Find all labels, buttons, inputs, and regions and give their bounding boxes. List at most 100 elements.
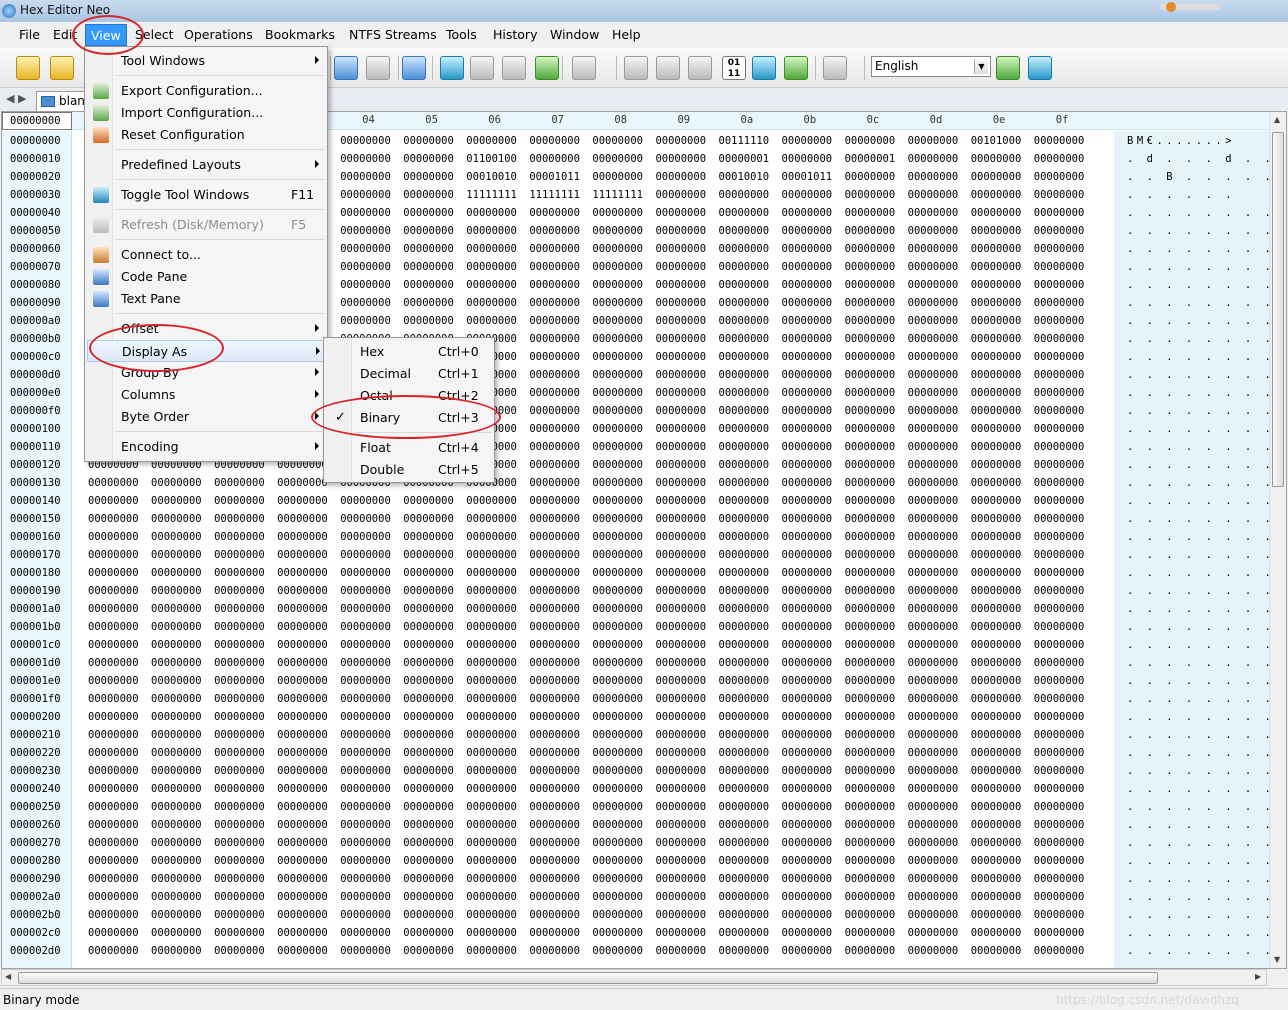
text-pane-row[interactable]: . . . . . . . . . . <box>1127 762 1286 780</box>
byte-cell[interactable]: 00000000 <box>719 384 770 402</box>
byte-cell[interactable]: 00000000 <box>340 852 391 870</box>
byte-cell[interactable]: 00000000 <box>340 798 391 816</box>
byte-cell[interactable]: 00000000 <box>782 726 833 744</box>
text-pane-row[interactable]: . . . . . . . . . . <box>1127 492 1286 510</box>
text-pane-row[interactable]: . . . . . . . . . . <box>1127 222 1286 240</box>
byte-cell[interactable]: 00000000 <box>214 924 265 942</box>
byte-cell[interactable]: 00000000 <box>655 240 706 258</box>
byte-cell[interactable]: 00000000 <box>908 510 959 528</box>
byte-cell[interactable]: 00000000 <box>1034 942 1085 960</box>
view_menu-item-code-pane[interactable]: Code Pane <box>87 266 327 288</box>
byte-cell[interactable]: 00000000 <box>655 258 706 276</box>
byte-cell[interactable]: 00000000 <box>88 924 139 942</box>
display_as_menu-item-hex[interactable]: Hex Ctrl+0 <box>326 341 494 363</box>
byte-cell[interactable]: 00000000 <box>214 834 265 852</box>
byte-cell[interactable]: 00000000 <box>971 222 1022 240</box>
byte-cell[interactable]: 00000000 <box>277 618 328 636</box>
byte-cell[interactable]: 00000000 <box>151 816 202 834</box>
byte-cell[interactable]: 00000000 <box>782 546 833 564</box>
byte-cell[interactable]: 00000000 <box>592 798 643 816</box>
byte-cell[interactable]: 00000000 <box>908 852 959 870</box>
byte-cell[interactable]: 00000000 <box>908 222 959 240</box>
byte-cell[interactable]: 00000000 <box>151 924 202 942</box>
byte-cell[interactable]: 00000000 <box>655 168 706 186</box>
byte-cell[interactable]: 00000000 <box>908 924 959 942</box>
byte-cell[interactable]: 00000000 <box>845 942 896 960</box>
byte-cell[interactable]: 00000000 <box>214 690 265 708</box>
byte-cell[interactable]: 00000000 <box>529 222 580 240</box>
byte-cell[interactable]: 00000000 <box>214 726 265 744</box>
byte-cell[interactable]: 00000000 <box>655 330 706 348</box>
byte-cell[interactable]: 00000000 <box>277 654 328 672</box>
byte-cell[interactable]: 00000000 <box>403 546 454 564</box>
byte-cell[interactable]: 00000000 <box>151 762 202 780</box>
byte-cell[interactable]: 00000000 <box>592 456 643 474</box>
byte-cell[interactable]: 00000000 <box>1034 708 1085 726</box>
byte-cell[interactable]: 00000000 <box>466 834 517 852</box>
byte-cell[interactable]: 00000000 <box>1034 780 1085 798</box>
text-pane-row[interactable]: . . . . . . . . . . <box>1127 438 1286 456</box>
byte-cell[interactable]: 00000000 <box>340 168 391 186</box>
byte-cell[interactable]: 00000000 <box>908 906 959 924</box>
text-pane-row[interactable]: . . . . . . . . . . <box>1127 888 1286 906</box>
byte-cell[interactable]: 00000000 <box>529 816 580 834</box>
byte-cell[interactable]: 00000000 <box>592 780 643 798</box>
byte-cell[interactable]: 00000000 <box>214 582 265 600</box>
byte-cell[interactable]: 00000000 <box>655 654 706 672</box>
byte-cell[interactable]: 00000000 <box>151 744 202 762</box>
byte-cell[interactable]: 00000000 <box>908 798 959 816</box>
byte-cell[interactable]: 00000000 <box>592 744 643 762</box>
byte-cell[interactable]: 00000000 <box>845 870 896 888</box>
byte-cell[interactable]: 00000000 <box>719 438 770 456</box>
byte-cell[interactable]: 00000000 <box>719 456 770 474</box>
scroll-left-icon[interactable]: ◀ <box>5 972 11 981</box>
save-icon[interactable] <box>334 56 358 80</box>
byte-cell[interactable]: 00000000 <box>782 600 833 618</box>
byte-cell[interactable]: 00000000 <box>403 942 454 960</box>
byte-cell[interactable]: 00000000 <box>971 618 1022 636</box>
byte-cell[interactable]: 00000000 <box>971 600 1022 618</box>
byte-cell[interactable]: 00000000 <box>277 816 328 834</box>
byte-cell[interactable]: 00000000 <box>340 744 391 762</box>
byte-cell[interactable]: 00000000 <box>655 276 706 294</box>
byte-cell[interactable]: 00000000 <box>655 510 706 528</box>
byte-cell[interactable]: 00000000 <box>403 852 454 870</box>
byte-cell[interactable]: 00000000 <box>782 366 833 384</box>
byte-cell[interactable]: 00000000 <box>1034 168 1085 186</box>
text-pane-row[interactable]: . . . . . . . . . . <box>1127 240 1286 258</box>
byte-cell[interactable]: 00000000 <box>340 276 391 294</box>
menu-ntfs-streams[interactable]: NTFS Streams <box>344 24 442 46</box>
byte-cell[interactable]: 00000000 <box>719 258 770 276</box>
byte-cell[interactable]: 00000000 <box>529 924 580 942</box>
byte-cell[interactable]: 00000000 <box>403 618 454 636</box>
byte-cell[interactable]: 00000000 <box>592 204 643 222</box>
byte-cell[interactable]: 00000000 <box>529 708 580 726</box>
byte-cell[interactable]: 00000000 <box>782 294 833 312</box>
text-pane-row[interactable]: . . . . . . . . <box>1127 186 1286 204</box>
text-pane-row[interactable]: . . . . . . . . . . <box>1127 906 1286 924</box>
byte-cell[interactable]: 00000000 <box>908 618 959 636</box>
byte-cell[interactable]: 00000000 <box>719 636 770 654</box>
byte-cell[interactable]: 00000000 <box>719 276 770 294</box>
byte-cell[interactable]: 00000000 <box>655 492 706 510</box>
byte-cell[interactable]: 00000000 <box>908 186 959 204</box>
byte-cell[interactable]: 00000000 <box>655 618 706 636</box>
byte-cell[interactable]: 00000000 <box>782 492 833 510</box>
byte-cell[interactable]: 00000000 <box>340 636 391 654</box>
byte-cell[interactable]: 00000000 <box>88 888 139 906</box>
byte-cell[interactable]: 00000000 <box>782 276 833 294</box>
text-pane-row[interactable]: . . . . . . . . . . <box>1127 942 1286 960</box>
byte-cell[interactable]: 00000000 <box>214 546 265 564</box>
byte-cell[interactable]: 00000000 <box>340 564 391 582</box>
byte-cell[interactable]: 00000000 <box>403 780 454 798</box>
byte-cell[interactable]: 00000000 <box>403 222 454 240</box>
byte-cell[interactable]: 00000000 <box>1034 204 1085 222</box>
byte-cell[interactable]: 00000000 <box>340 546 391 564</box>
byte-cell[interactable]: 00000000 <box>592 420 643 438</box>
text-pane-row[interactable]: . . . . . . . . . . <box>1127 582 1286 600</box>
byte-cell[interactable]: 00000000 <box>88 744 139 762</box>
byte-cell[interactable]: 00000000 <box>908 528 959 546</box>
byte-cell[interactable]: 00000000 <box>151 852 202 870</box>
byte-cell[interactable]: 00000000 <box>908 384 959 402</box>
byte-cell[interactable]: 00000000 <box>277 600 328 618</box>
